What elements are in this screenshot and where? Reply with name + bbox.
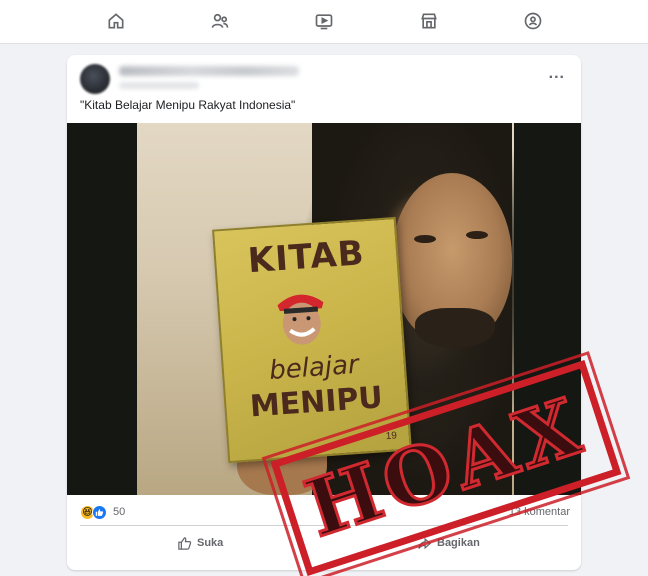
mustache [415, 308, 495, 348]
like-button[interactable]: Suka [177, 534, 223, 552]
more-options-button[interactable]: ... [549, 66, 565, 82]
friends-icon[interactable] [209, 10, 231, 32]
comment-count[interactable]: 13 komentar [509, 506, 570, 518]
book-title-kitab: KITAB [246, 233, 366, 282]
share-label: Bagikan [437, 537, 480, 549]
thumbs-up-icon [178, 536, 192, 550]
home-icon[interactable] [105, 10, 127, 32]
post-caption: "Kitab Belajar Menipu Rakyat Indonesia" [80, 98, 296, 112]
post-timestamp-blurred [119, 82, 199, 89]
reaction-count: 50 [113, 506, 126, 518]
book-face-illustration [277, 294, 324, 345]
avatar[interactable] [80, 64, 110, 94]
reaction-summary[interactable]: 😆 50 [80, 504, 125, 520]
top-navigation [0, 0, 648, 44]
video-icon[interactable] [313, 10, 335, 32]
marketplace-icon[interactable] [418, 10, 440, 32]
like-label: Suka [197, 537, 224, 549]
author-name-blurred[interactable] [119, 66, 299, 76]
like-icon [92, 504, 107, 520]
groups-icon[interactable] [522, 10, 544, 32]
